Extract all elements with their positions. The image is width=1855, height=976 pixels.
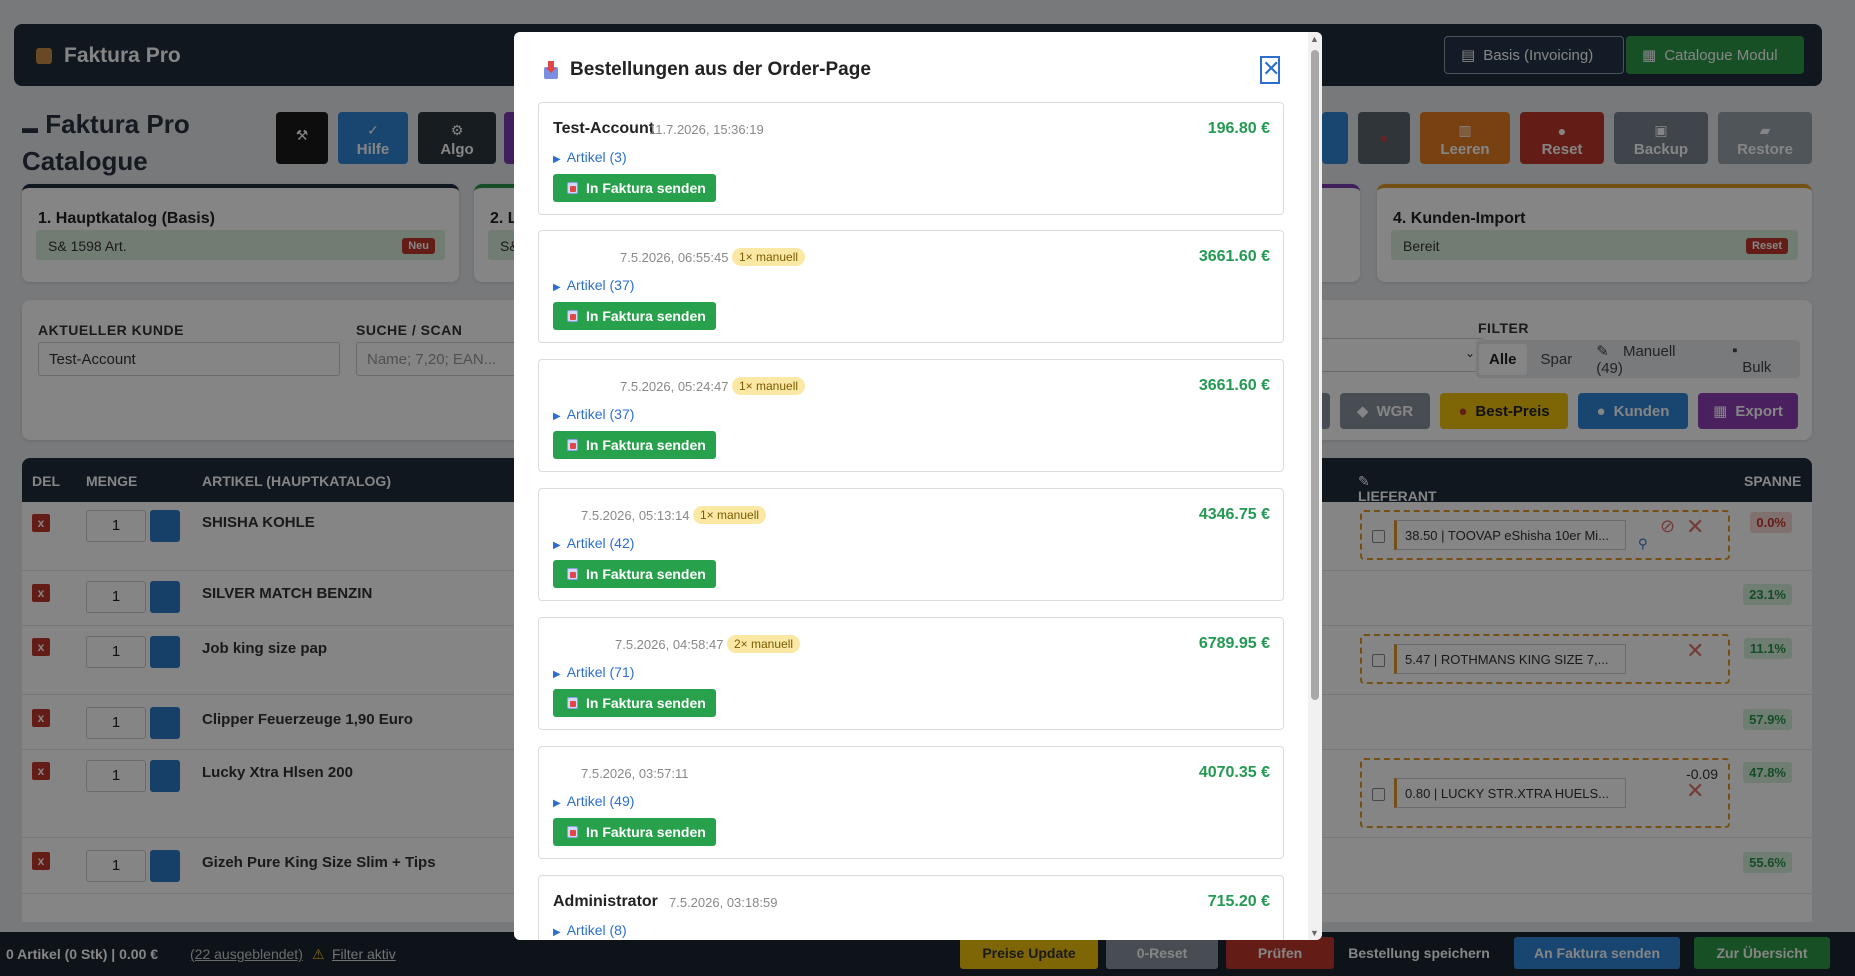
order-customer: Administrator (553, 893, 658, 910)
order-articles-toggle[interactable]: ▶ Artikel (8) (553, 922, 627, 938)
order-articles-toggle[interactable]: ▶ Artikel (71) (553, 664, 634, 680)
order-card: 7.5.2026, 04:58:47 2× manuell 6789.95 € ▶ Ar… (538, 617, 1284, 730)
triangle-right-icon: ▶ (553, 927, 561, 938)
close-button[interactable]: ✕ (1260, 56, 1280, 84)
order-articles-toggle[interactable]: ▶ Artikel (49) (553, 793, 634, 809)
order-date: 11.7.2026, 15:36:19 (649, 122, 764, 137)
order-total: 3661.60 € (1198, 377, 1270, 394)
scrollbar[interactable]: ▲ ▼ (1308, 32, 1322, 940)
order-total: 196.80 € (1207, 120, 1270, 137)
order-card: Administrator 7.5.2026, 03:18:59 715.20 € ▶… (538, 875, 1284, 940)
order-date: 7.5.2026, 04:58:47 (615, 637, 724, 652)
order-card: 7.5.2026, 03:57:11 4070.35 € ▶ Artikel (49)… (538, 746, 1284, 859)
order-date: 7.5.2026, 05:24:47 (620, 379, 729, 394)
order-date: 7.5.2026, 05:13:14 (581, 508, 690, 523)
order-date: 7.5.2026, 06:55:45 (620, 250, 729, 265)
order-total: 4070.35 € (1198, 764, 1270, 781)
modal-title: Bestellungen aus der Order-Page (570, 59, 871, 80)
order-total: 715.20 € (1207, 893, 1270, 910)
order-date: 7.5.2026, 03:18:59 (669, 895, 778, 910)
order-articles-toggle[interactable]: ▶ Artikel (37) (553, 406, 634, 422)
send-to-faktura-button[interactable]: In Faktura senden (553, 174, 716, 202)
triangle-right-icon: ▶ (553, 540, 561, 551)
order-card: 7.5.2026, 06:55:45 1× manuell 3661.60 € ▶ Ar… (538, 230, 1284, 343)
send-to-faktura-button[interactable]: In Faktura senden (553, 302, 716, 330)
scroll-up-icon[interactable]: ▲ (1310, 34, 1319, 44)
send-to-faktura-button[interactable]: In Faktura senden (553, 689, 716, 717)
order-card: 7.5.2026, 05:13:14 1× manuell 4346.75 € ▶ Ar… (538, 488, 1284, 601)
send-to-faktura-button[interactable]: In Faktura senden (553, 431, 716, 459)
order-customer: Test-Account (553, 120, 655, 137)
inbox-icon (567, 568, 578, 580)
order-card: 7.5.2026, 05:24:47 1× manuell 3661.60 € ▶ Ar… (538, 359, 1284, 472)
manual-badge: 1× manuell (732, 248, 806, 266)
order-card: Test-Account 11.7.2026, 15:36:19 196.80 € ▶… (538, 102, 1284, 215)
scroll-thumb[interactable] (1311, 50, 1319, 700)
orders-modal: Bestellungen aus der Order-Page ✕ Test-A… (514, 32, 1322, 940)
manual-badge: 1× manuell (732, 377, 806, 395)
order-articles-toggle[interactable]: ▶ Artikel (42) (553, 535, 634, 551)
order-date: 7.5.2026, 03:57:11 (581, 766, 689, 781)
inbox-icon (567, 439, 578, 451)
triangle-right-icon: ▶ (553, 669, 561, 680)
order-total: 6789.95 € (1198, 635, 1270, 652)
order-total: 3661.60 € (1198, 248, 1270, 265)
inbox-icon (544, 61, 558, 79)
send-to-faktura-button[interactable]: In Faktura senden (553, 560, 716, 588)
triangle-right-icon: ▶ (553, 411, 561, 422)
triangle-right-icon: ▶ (553, 282, 561, 293)
inbox-icon (567, 826, 578, 838)
manual-badge: 1× manuell (693, 506, 767, 524)
scroll-down-icon[interactable]: ▼ (1310, 928, 1319, 938)
send-to-faktura-button[interactable]: In Faktura senden (553, 818, 716, 846)
inbox-icon (567, 697, 578, 709)
order-total: 4346.75 € (1198, 506, 1270, 523)
order-articles-toggle[interactable]: ▶ Artikel (3) (553, 149, 627, 165)
triangle-right-icon: ▶ (553, 798, 561, 809)
manual-badge: 2× manuell (727, 635, 801, 653)
triangle-right-icon: ▶ (553, 154, 561, 165)
inbox-icon (567, 182, 578, 194)
order-articles-toggle[interactable]: ▶ Artikel (37) (553, 277, 634, 293)
inbox-icon (567, 310, 578, 322)
